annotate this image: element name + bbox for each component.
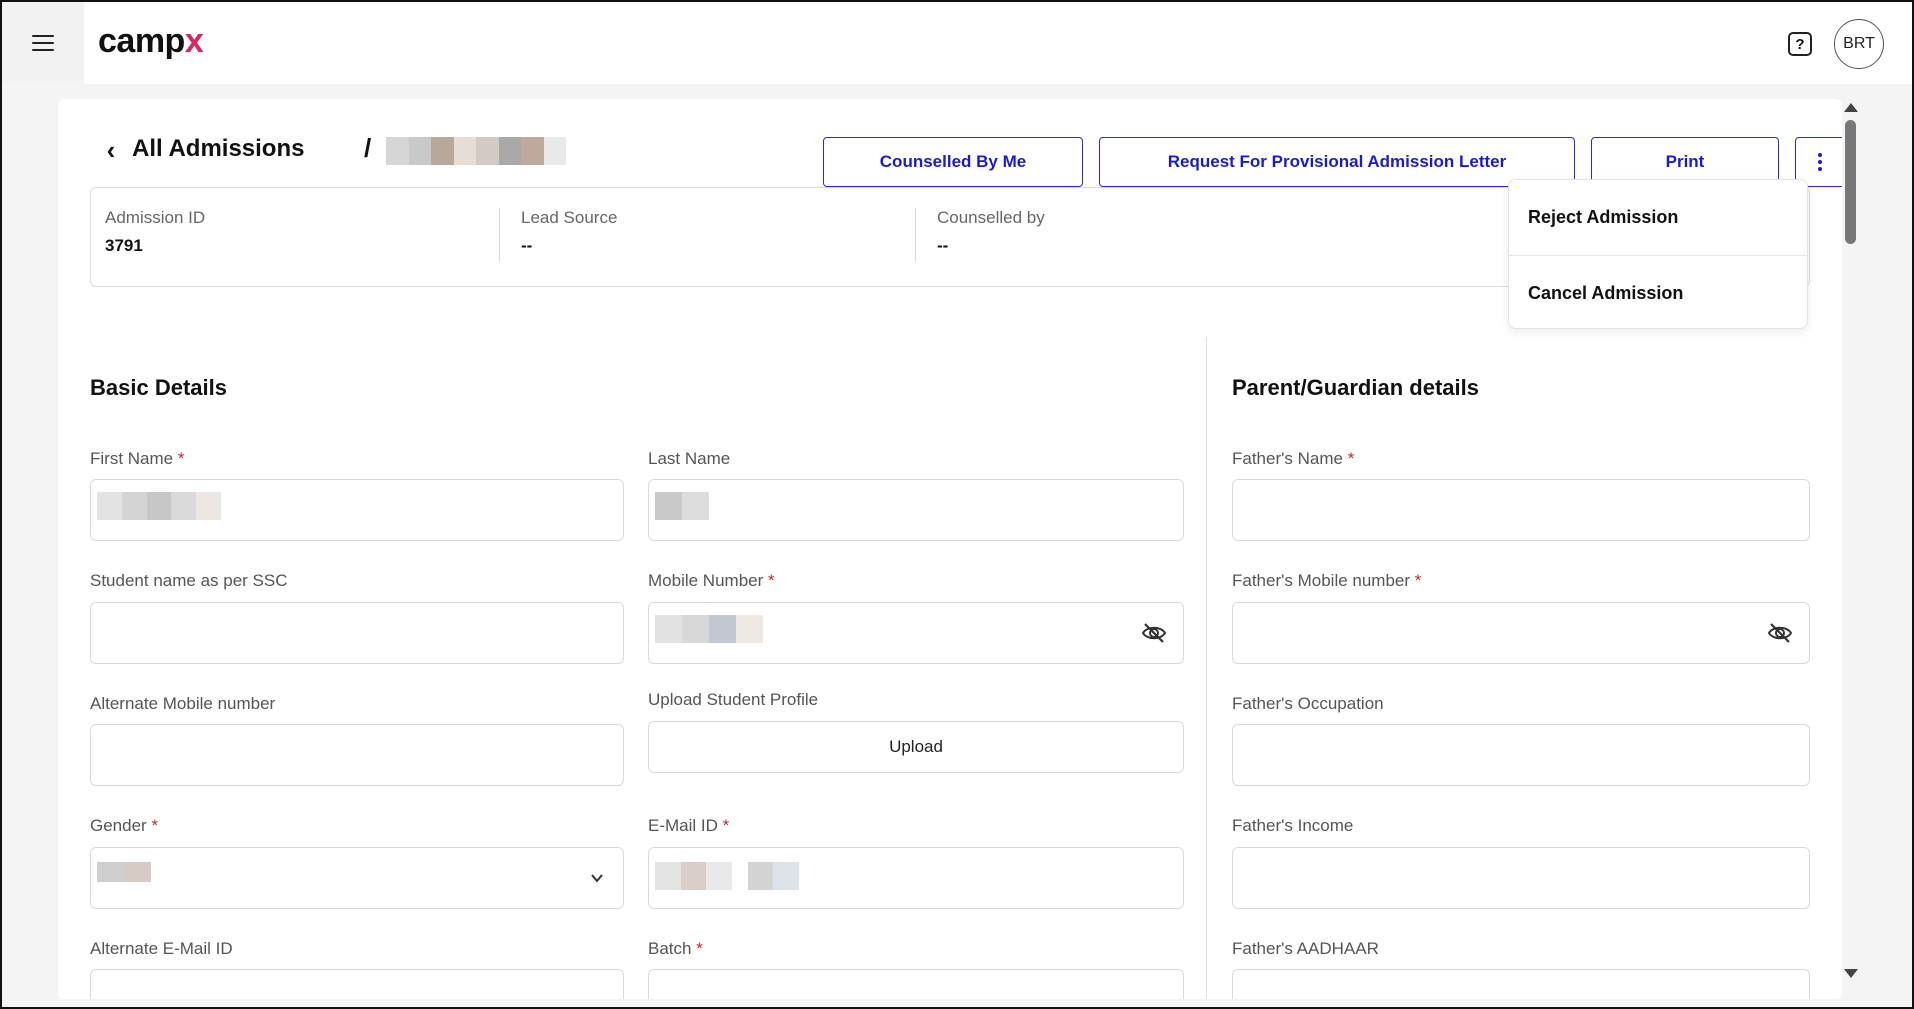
hamburger-icon <box>32 35 54 51</box>
breadcrumb-all-admissions[interactable]: All Admissions <box>132 135 304 163</box>
father-income-input[interactable] <box>1232 847 1810 909</box>
father-name-input[interactable] <box>1232 479 1810 541</box>
parent-details-title: Parent/Guardian details <box>1232 375 1479 400</box>
ssc-name-label: Student name as per SSC <box>90 571 288 590</box>
lead-source-block: Lead Source -- <box>507 208 617 264</box>
breadcrumb-separator: / <box>364 133 372 163</box>
counselled-by-label: Counselled by <box>937 208 1045 227</box>
counselled-by-block: Counselled by -- <box>923 208 1045 264</box>
mobile-number-input[interactable] <box>648 602 1184 664</box>
menu-item-reject-admission[interactable]: Reject Admission <box>1509 180 1807 255</box>
upload-profile-label: Upload Student Profile <box>648 690 819 709</box>
request-provisional-letter-button[interactable]: Request For Provisional Admission Letter <box>1099 137 1575 187</box>
menu-item-cancel-admission[interactable]: Cancel Admission <box>1509 255 1807 330</box>
admission-id-label: Admission ID <box>105 208 206 227</box>
redacted-student-name <box>386 137 566 165</box>
admission-id-value: 3791 <box>105 236 143 255</box>
scrollbar-thumb[interactable] <box>1845 120 1856 244</box>
top-bar: campx ? BRT <box>2 2 1912 84</box>
last-name-input[interactable] <box>648 479 1184 541</box>
help-icon[interactable]: ? <box>1788 32 1812 56</box>
last-name-label: Last Name <box>648 449 731 468</box>
more-options-menu: Reject Admission Cancel Admission <box>1508 179 1808 329</box>
upload-profile-button[interactable]: Upload <box>648 721 1184 773</box>
redacted-value <box>655 862 800 890</box>
alt-email-label: Alternate E-Mail ID <box>90 939 233 958</box>
redacted-value <box>655 492 709 520</box>
kebab-icon <box>1818 153 1822 157</box>
scroll-up-arrow[interactable] <box>1844 103 1858 112</box>
father-mobile-input[interactable] <box>1232 602 1810 664</box>
back-arrow-icon[interactable]: ‹ <box>96 135 126 165</box>
page-header: ‹ All Admissions / Counselled By Me Requ… <box>96 119 1842 187</box>
admission-detail-card: ‹ All Admissions / Counselled By Me Requ… <box>58 99 1842 999</box>
redacted-value <box>97 862 151 882</box>
app-window: campx ? BRT ‹ All Admissions / Counselle… <box>0 0 1914 1009</box>
alt-mobile-label: Alternate Mobile number <box>90 694 276 713</box>
email-input[interactable] <box>648 847 1184 909</box>
admission-id-block: Admission ID 3791 <box>91 208 205 264</box>
hamburger-menu-button[interactable] <box>2 2 84 84</box>
gender-select[interactable] <box>90 847 624 909</box>
alt-email-input[interactable] <box>90 969 624 999</box>
father-aadhaar-label: Father's AADHAAR <box>1232 939 1379 958</box>
father-aadhaar-input[interactable] <box>1232 969 1810 999</box>
ssc-name-input[interactable] <box>90 602 624 664</box>
scroll-down-arrow[interactable] <box>1844 969 1858 978</box>
basic-details-title: Basic Details <box>90 375 227 400</box>
father-name-label: Father's Name * <box>1232 449 1355 468</box>
email-label: E-Mail ID * <box>648 816 730 835</box>
redacted-value <box>655 615 763 643</box>
first-name-label: First Name * <box>90 449 185 468</box>
divider <box>915 208 916 262</box>
counselled-by-value: -- <box>937 236 949 255</box>
redacted-value <box>97 492 221 520</box>
lead-source-value: -- <box>521 236 533 255</box>
batch-select[interactable] <box>648 969 1184 999</box>
eye-off-icon[interactable] <box>1141 621 1167 645</box>
alt-mobile-input[interactable] <box>90 724 624 786</box>
father-occupation-input[interactable] <box>1232 724 1810 786</box>
user-avatar[interactable]: BRT <box>1834 19 1884 69</box>
eye-off-icon[interactable] <box>1767 621 1793 645</box>
mobile-number-label: Mobile Number * <box>648 571 775 590</box>
father-mobile-label: Father's Mobile number * <box>1232 571 1422 590</box>
gender-label: Gender * <box>90 816 159 835</box>
father-occupation-label: Father's Occupation <box>1232 694 1384 713</box>
counselled-by-me-button[interactable]: Counselled By Me <box>823 137 1083 187</box>
first-name-input[interactable] <box>90 479 624 541</box>
column-divider <box>1206 337 1207 999</box>
campx-logo[interactable]: campx <box>98 22 204 61</box>
chevron-down-icon <box>591 874 603 883</box>
father-income-label: Father's Income <box>1232 816 1354 835</box>
lead-source-label: Lead Source <box>521 208 618 227</box>
batch-label: Batch * <box>648 939 703 958</box>
divider <box>499 208 500 262</box>
